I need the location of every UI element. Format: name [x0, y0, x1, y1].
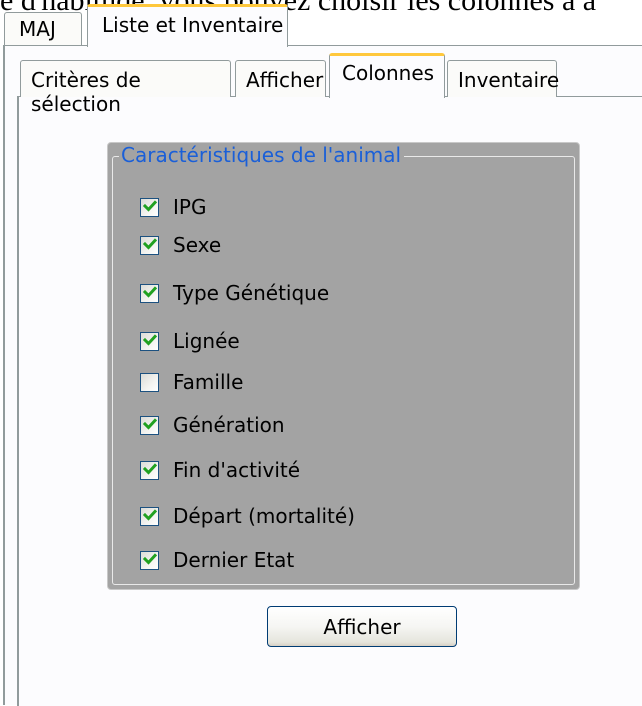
checkbox-row[interactable]: Type Génétique: [140, 279, 329, 307]
tab-colonnes[interactable]: Colonnes: [329, 53, 445, 98]
tab-maj[interactable]: MAJ: [4, 12, 82, 45]
checkbox[interactable]: [140, 235, 159, 255]
afficher-button[interactable]: Afficher: [267, 606, 457, 647]
checkbox-row[interactable]: IPG: [140, 193, 206, 221]
checkbox-row[interactable]: Dernier Etat: [140, 546, 294, 574]
tab-liste-et-inventaire[interactable]: Liste et Inventaire: [87, 4, 288, 47]
checkmark-icon: [142, 462, 158, 475]
checkbox-row[interactable]: Fin d'activité: [140, 456, 300, 484]
checkbox-row[interactable]: Lignée: [140, 327, 240, 355]
groupbox-title: Caractéristiques de l'animal: [119, 143, 405, 167]
tab-afficher[interactable]: Afficher: [235, 60, 326, 97]
checkbox[interactable]: [140, 283, 159, 303]
checkmark-icon: [142, 508, 158, 521]
checkbox[interactable]: [140, 197, 159, 217]
checkbox-label: IPG: [173, 195, 207, 219]
checkbox-label: Fin d'activité: [173, 458, 301, 482]
checkbox-row[interactable]: Famille: [140, 368, 243, 396]
checkbox-label: Sexe: [173, 233, 222, 257]
checkbox[interactable]: [140, 460, 159, 480]
checkbox-row[interactable]: Sexe: [140, 231, 221, 259]
checkmark-icon: [142, 285, 158, 298]
tab-inventaire[interactable]: Inventaire: [447, 60, 559, 97]
checkbox-label: Dernier Etat: [173, 548, 295, 572]
checkbox[interactable]: [140, 331, 159, 351]
checkbox[interactable]: [140, 372, 159, 392]
checkmark-icon: [142, 237, 158, 250]
checkmark-icon: [142, 552, 158, 565]
checkbox-label: Famille: [173, 370, 244, 394]
checkmark-icon: [142, 199, 158, 212]
checkbox-label: Génération: [173, 413, 285, 437]
checkbox-label: Départ (mortalité): [173, 504, 355, 528]
tab-criteres-de-selection[interactable]: Critères de sélection: [20, 60, 231, 116]
checkbox[interactable]: [140, 506, 159, 526]
checkbox[interactable]: [140, 550, 159, 570]
checkbox-label: Type Génétique: [173, 281, 330, 305]
checkbox-label: Lignée: [173, 329, 240, 353]
checkbox-row[interactable]: Génération: [140, 411, 285, 439]
checkbox-row[interactable]: Départ (mortalité): [140, 502, 355, 530]
checkmark-icon: [142, 417, 158, 430]
checkbox[interactable]: [140, 415, 159, 435]
checkmark-icon: [142, 333, 158, 346]
